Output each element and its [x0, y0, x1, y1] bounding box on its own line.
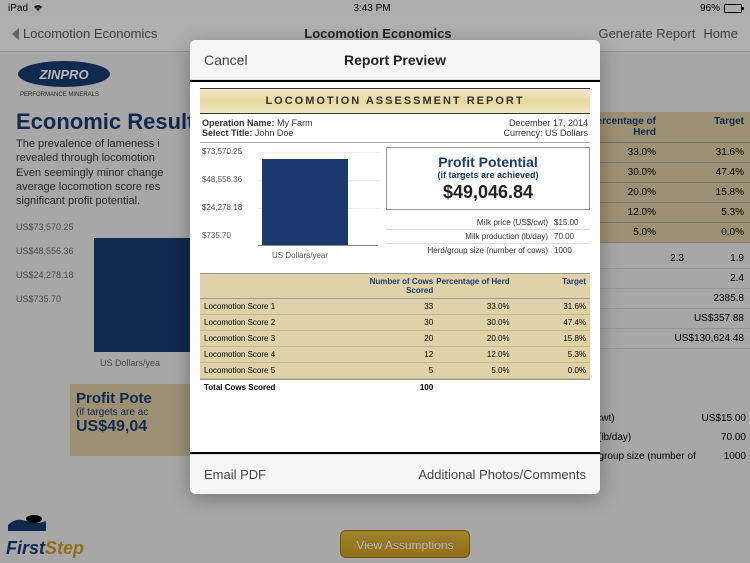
modal-title: Report Preview — [344, 52, 446, 68]
report-metrics: Milk price (US$/cwt)$15.00 Milk producti… — [386, 216, 590, 257]
profit-potential-box: Profit Potential (if targets are achieve… — [386, 147, 590, 210]
report-chart-bar — [262, 159, 348, 245]
profit-value: $49,046.84 — [393, 182, 583, 203]
report-chart-yaxis: $73,570.25 $48,556.36 $24,278.18 $735.70 — [202, 147, 242, 259]
additional-photos-button[interactable]: Additional Photos/Comments — [418, 467, 586, 482]
report-chart: $73,570.25 $48,556.36 $24,278.18 $735.70… — [200, 147, 380, 267]
report-preview-modal: Cancel Report Preview LOCOMOTION ASSESSM… — [190, 40, 600, 494]
modal-footer: Email PDF Additional Photos/Comments — [190, 454, 600, 494]
table-row: Locomotion Score 32020.0%15.8% — [200, 331, 590, 347]
report-body[interactable]: LOCOMOTION ASSESSMENT REPORT Operation N… — [190, 80, 600, 454]
report-meta: Operation Name: My Farm Select Title: Jo… — [200, 114, 590, 143]
report-title: LOCOMOTION ASSESSMENT REPORT — [200, 88, 590, 114]
email-pdf-button[interactable]: Email PDF — [204, 467, 266, 482]
table-row: Locomotion Score 23030.0%47.4% — [200, 315, 590, 331]
cancel-button[interactable]: Cancel — [204, 52, 248, 68]
table-row: Locomotion Score 13333.0%31.6% — [200, 299, 590, 315]
table-total-row: Total Cows Scored100 — [200, 379, 590, 395]
report-chart-xlabel: US Dollars/year — [272, 251, 328, 260]
report-score-table: Number of Cows Scored Percentage of Herd… — [200, 273, 590, 395]
modal-header: Cancel Report Preview — [190, 40, 600, 80]
table-row: Locomotion Score 555.0%0.0% — [200, 363, 590, 379]
table-row: Locomotion Score 41212.0%5.3% — [200, 347, 590, 363]
